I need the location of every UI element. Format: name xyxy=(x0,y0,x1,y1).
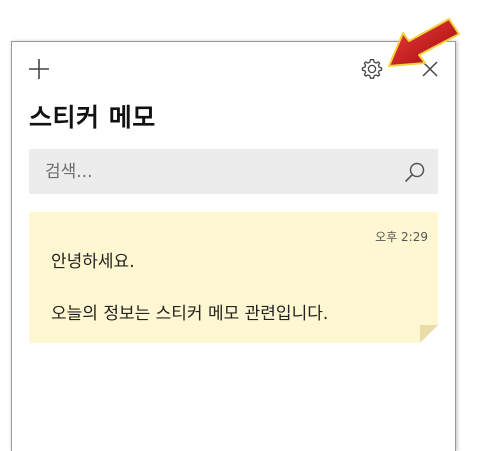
app-title: 스티커 메모 xyxy=(29,103,156,132)
search-button[interactable] xyxy=(400,157,430,187)
plus-icon xyxy=(29,59,49,79)
search-bar xyxy=(29,149,438,194)
sticky-notes-window: 스티커 메모 오후 2:29 안녕하세요. 오늘의 정보는 스티커 메모 관련입… xyxy=(11,41,456,451)
search-icon xyxy=(405,162,425,182)
note-timestamp: 오후 2:29 xyxy=(375,230,428,244)
add-note-button[interactable] xyxy=(24,54,54,84)
note-corner-fold xyxy=(420,325,438,343)
note-text-line: 안녕하세요. xyxy=(51,252,135,272)
gear-icon xyxy=(361,58,383,79)
search-input[interactable] xyxy=(29,149,389,194)
note-card[interactable]: 오후 2:29 안녕하세요. 오늘의 정보는 스티커 메모 관련입니다. xyxy=(29,212,438,343)
note-text-line: 오늘의 정보는 스티커 메모 관련입니다. xyxy=(51,304,329,324)
annotation-arrow-icon xyxy=(388,18,460,67)
